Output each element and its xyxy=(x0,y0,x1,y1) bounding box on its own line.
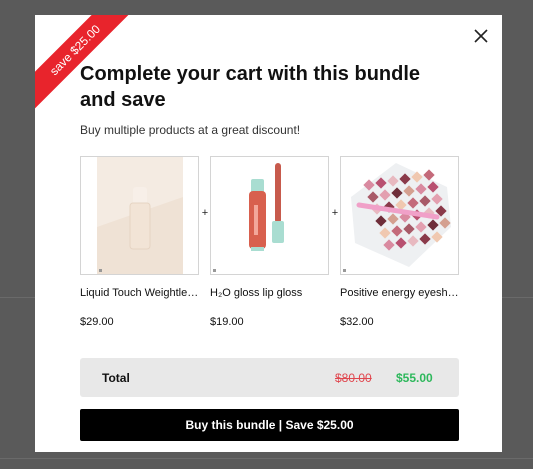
plus-sign: + xyxy=(201,207,209,219)
product-name[interactable]: H₂O gloss lip gloss xyxy=(210,287,329,299)
eyeshadow-palette-image xyxy=(341,157,458,274)
backdrop-divider xyxy=(0,458,533,459)
product-price: $29.00 xyxy=(80,316,114,328)
total-summary: Total $80.00 $55.00 xyxy=(80,358,459,397)
foundation-bottle-image xyxy=(97,157,183,274)
product-price: $32.00 xyxy=(340,316,374,328)
bundle-products: + + xyxy=(80,156,459,276)
close-button[interactable] xyxy=(472,27,490,45)
modal-subtitle: Buy multiple products at a great discoun… xyxy=(80,123,301,137)
bundle-modal: save $25.00 Complete your cart with this… xyxy=(35,15,502,452)
plus-sign: + xyxy=(331,207,339,219)
product-image-lip-gloss[interactable] xyxy=(210,156,329,275)
lip-gloss-image xyxy=(211,157,328,274)
product-image-eyeshadow[interactable] xyxy=(340,156,459,275)
product-price: $19.00 xyxy=(210,316,244,328)
modal-title: Complete your cart with this bundle and … xyxy=(80,63,421,111)
product-name[interactable]: Positive energy eyeshadow palette xyxy=(340,287,459,299)
discounted-price: $55.00 xyxy=(396,371,433,385)
original-price: $80.00 xyxy=(335,371,372,385)
close-icon xyxy=(474,29,488,43)
buy-bundle-button[interactable]: Buy this bundle | Save $25.00 xyxy=(80,409,459,441)
product-name[interactable]: Liquid Touch Weightless Foundation xyxy=(80,287,199,299)
total-label: Total xyxy=(102,371,130,385)
product-image-foundation[interactable] xyxy=(80,156,199,275)
